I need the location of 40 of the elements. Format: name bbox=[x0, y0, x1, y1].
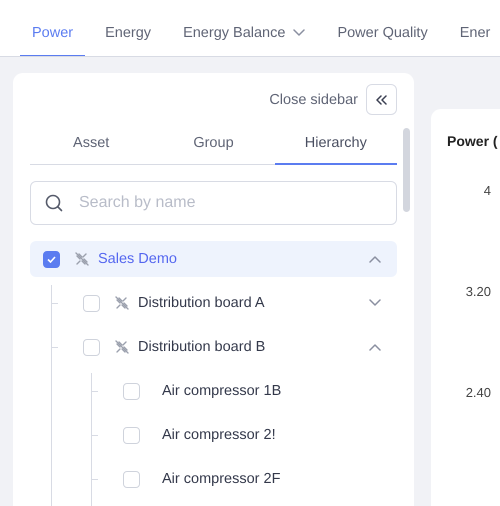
chevron-down-icon[interactable] bbox=[369, 299, 381, 307]
close-sidebar-label: Close sidebar bbox=[269, 92, 358, 108]
tree-item[interactable]: Air compressor 2F bbox=[110, 461, 397, 497]
nav-tab[interactable]: Power bbox=[20, 11, 86, 56]
nav-tab[interactable]: Ener bbox=[448, 11, 500, 56]
tree-item[interactable]: Distribution board B bbox=[70, 329, 397, 365]
tree-item[interactable]: Sales Demo bbox=[30, 241, 397, 277]
double-chevron-left-icon[interactable] bbox=[376, 94, 388, 104]
slashed-plug-icon bbox=[74, 251, 90, 267]
search-field[interactable]: Search by name bbox=[30, 181, 397, 225]
checkmark-icon bbox=[47, 256, 56, 262]
chevron-down-icon[interactable] bbox=[293, 29, 306, 37]
tree-item-label: Distribution board A bbox=[138, 295, 266, 311]
tree-item-label: Sales Demo bbox=[98, 251, 178, 267]
scrollbar-thumb[interactable] bbox=[403, 128, 410, 212]
nav-tab[interactable]: Power Quality bbox=[325, 11, 440, 56]
tree-item-label: Air compressor 2! bbox=[162, 427, 277, 443]
nav-tab[interactable]: Energy bbox=[93, 11, 164, 56]
search-input[interactable]: Search by name bbox=[77, 193, 382, 213]
tree-item-label: Air compressor 2F bbox=[162, 471, 282, 487]
close-sidebar-button[interactable] bbox=[366, 84, 397, 115]
y-axis-label: 4 bbox=[484, 183, 491, 198]
tree-item[interactable]: Air compressor 1B bbox=[110, 373, 397, 409]
tree-item-label: Distribution board B bbox=[138, 339, 266, 355]
slashed-plug-icon bbox=[114, 295, 130, 311]
slashed-plug-icon bbox=[114, 339, 130, 355]
nav-tab[interactable]: Energy Balance bbox=[171, 11, 318, 56]
sidebar-tab[interactable]: Group bbox=[152, 125, 275, 165]
chart-title: Power ( bbox=[447, 133, 499, 149]
chevron-up-icon[interactable] bbox=[369, 255, 381, 263]
sidebar-tab[interactable]: Hierarchy bbox=[274, 125, 397, 165]
tree-item[interactable]: Distribution board A bbox=[70, 285, 397, 321]
tree-item-label: Air compressor 1B bbox=[162, 383, 282, 399]
search-icon bbox=[45, 194, 63, 212]
tree-item[interactable]: Air compressor 2! bbox=[110, 417, 397, 453]
checkbox[interactable] bbox=[43, 250, 60, 268]
y-axis-label: 2.40 bbox=[466, 385, 491, 400]
sidebar-tab[interactable]: Asset bbox=[30, 125, 152, 165]
y-axis-label: 3.20 bbox=[466, 284, 491, 299]
chevron-up-icon[interactable] bbox=[369, 343, 381, 351]
